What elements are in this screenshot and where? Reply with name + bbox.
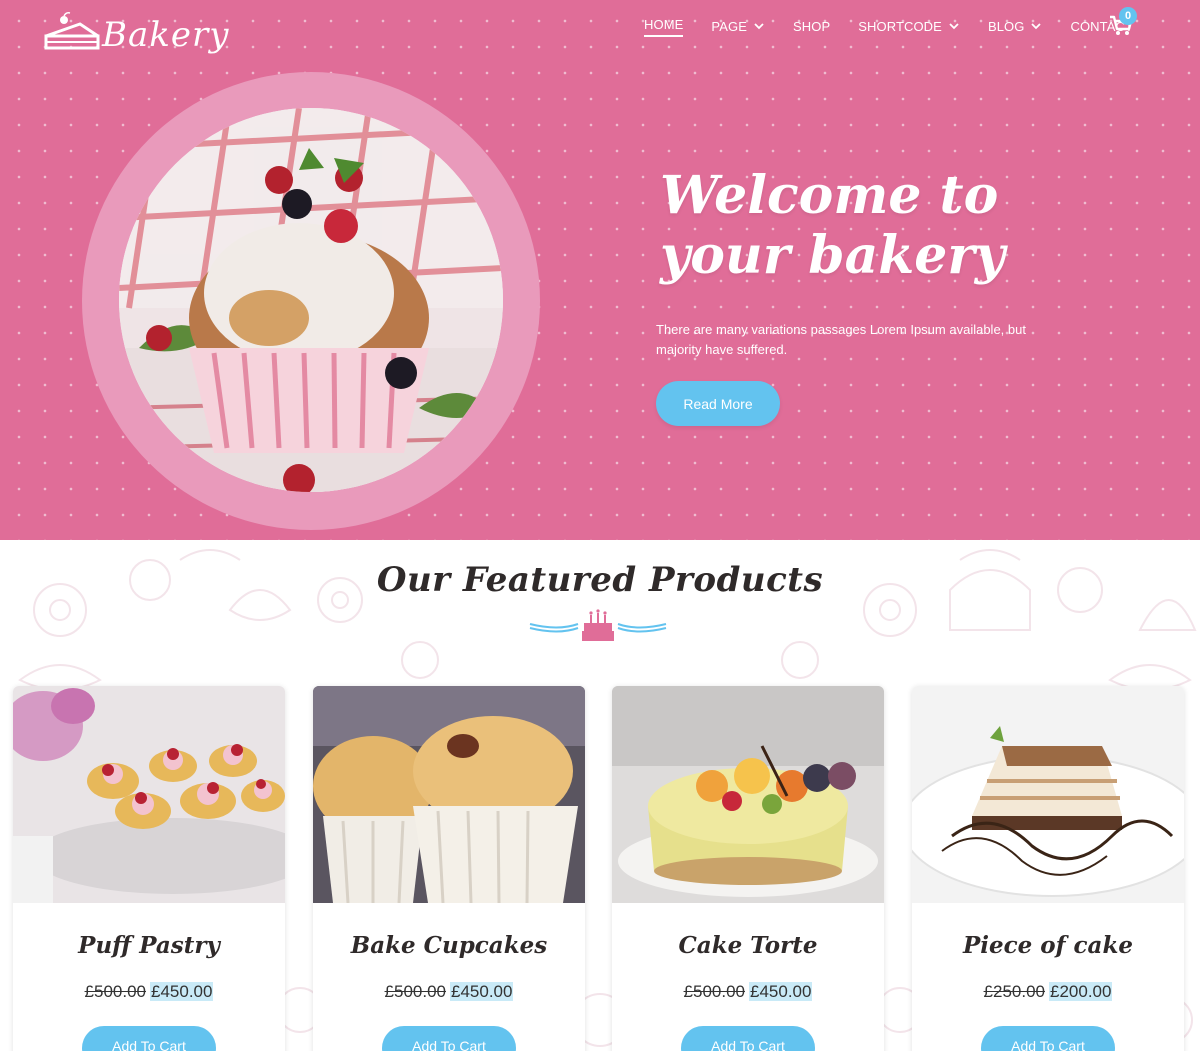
product-card[interactable]: Bake Cupcakes £500.00 £450.00 Add To Cart [313, 686, 585, 1051]
chevron-down-icon [754, 23, 764, 30]
nav-item-page[interactable]: PAGE [711, 15, 765, 37]
hero-title-line-2: your bakery [660, 225, 1005, 286]
sale-price: £450.00 [150, 982, 214, 1001]
old-price: £500.00 [683, 982, 745, 1001]
muffin-illustration [119, 108, 503, 492]
site-logo[interactable]: Bakery [42, 12, 229, 52]
logo-text: Bakery [102, 15, 230, 55]
cupcakes-photo [313, 686, 585, 903]
product-card[interactable]: Puff Pastry £500.00 £450.00 Add To Cart [13, 686, 285, 1051]
nav-label: HOME [644, 16, 684, 32]
nav-label: SHORTCODE [858, 18, 942, 34]
nav-label: BLOG [987, 18, 1025, 34]
nav-label: PAGE [711, 18, 747, 34]
main-nav: HOME PAGE SHOP SHORTCODE BLOG CONTACT [644, 15, 1161, 37]
add-to-cart-button[interactable]: Add To Cart [981, 1026, 1115, 1051]
birthday-cake-icon [529, 609, 667, 641]
hero-title-line-1: Welcome to [660, 165, 999, 226]
hero-section: Bakery HOME PAGE SHOP SHORTCODE BLOG CON… [0, 0, 1200, 540]
product-price: £250.00 £200.00 [912, 982, 1184, 1002]
hero-title: Welcome to your bakery [660, 166, 1160, 286]
add-to-cart-button[interactable]: Add To Cart [82, 1026, 216, 1051]
piece-of-cake-photo [912, 686, 1184, 903]
add-to-cart-button[interactable]: Add To Cart [382, 1026, 516, 1051]
nav-item-home[interactable]: HOME [644, 15, 684, 37]
add-to-cart-button[interactable]: Add To Cart [681, 1026, 815, 1051]
muffin-photo [119, 108, 503, 492]
read-more-button[interactable]: Read More [656, 381, 780, 426]
old-price: £500.00 [384, 982, 446, 1001]
nav-item-shop[interactable]: SHOP [793, 15, 830, 37]
old-price: £500.00 [84, 982, 146, 1001]
featured-products-section: Our Featured Products Puff Pastry £500.0… [0, 540, 1200, 1051]
product-price: £500.00 £450.00 [612, 982, 884, 1002]
product-name[interactable]: Cake Torte [612, 932, 884, 959]
cart-count-badge: 0 [1119, 7, 1137, 25]
chevron-down-icon [949, 23, 959, 30]
product-name[interactable]: Piece of cake [912, 932, 1184, 959]
cake-torte-photo [612, 686, 884, 903]
product-price: £500.00 £450.00 [13, 982, 285, 1002]
product-name[interactable]: Bake Cupcakes [313, 932, 585, 959]
hero-subtitle: There are many variations passages Lorem… [656, 322, 1026, 357]
old-price: £250.00 [983, 982, 1045, 1001]
sale-price: £450.00 [749, 982, 813, 1001]
product-card[interactable]: Cake Torte £500.00 £450.00 Add To Cart [612, 686, 884, 1051]
chevron-down-icon [1031, 23, 1042, 30]
product-name[interactable]: Puff Pastry [13, 932, 285, 959]
puff-pastry-photo [13, 686, 285, 903]
cake-logo-icon [44, 12, 100, 50]
product-price: £500.00 £450.00 [313, 982, 585, 1002]
nav-item-blog[interactable]: BLOG [988, 15, 1043, 37]
featured-title: Our Featured Products [376, 560, 824, 600]
sale-price: £200.00 [1049, 982, 1113, 1001]
sale-price: £450.00 [450, 982, 514, 1001]
product-card[interactable]: Piece of cake £250.00 £200.00 Add To Cart [912, 686, 1184, 1051]
nav-item-shortcode[interactable]: SHORTCODE [858, 15, 960, 37]
nav-label: SHOP [792, 18, 831, 34]
